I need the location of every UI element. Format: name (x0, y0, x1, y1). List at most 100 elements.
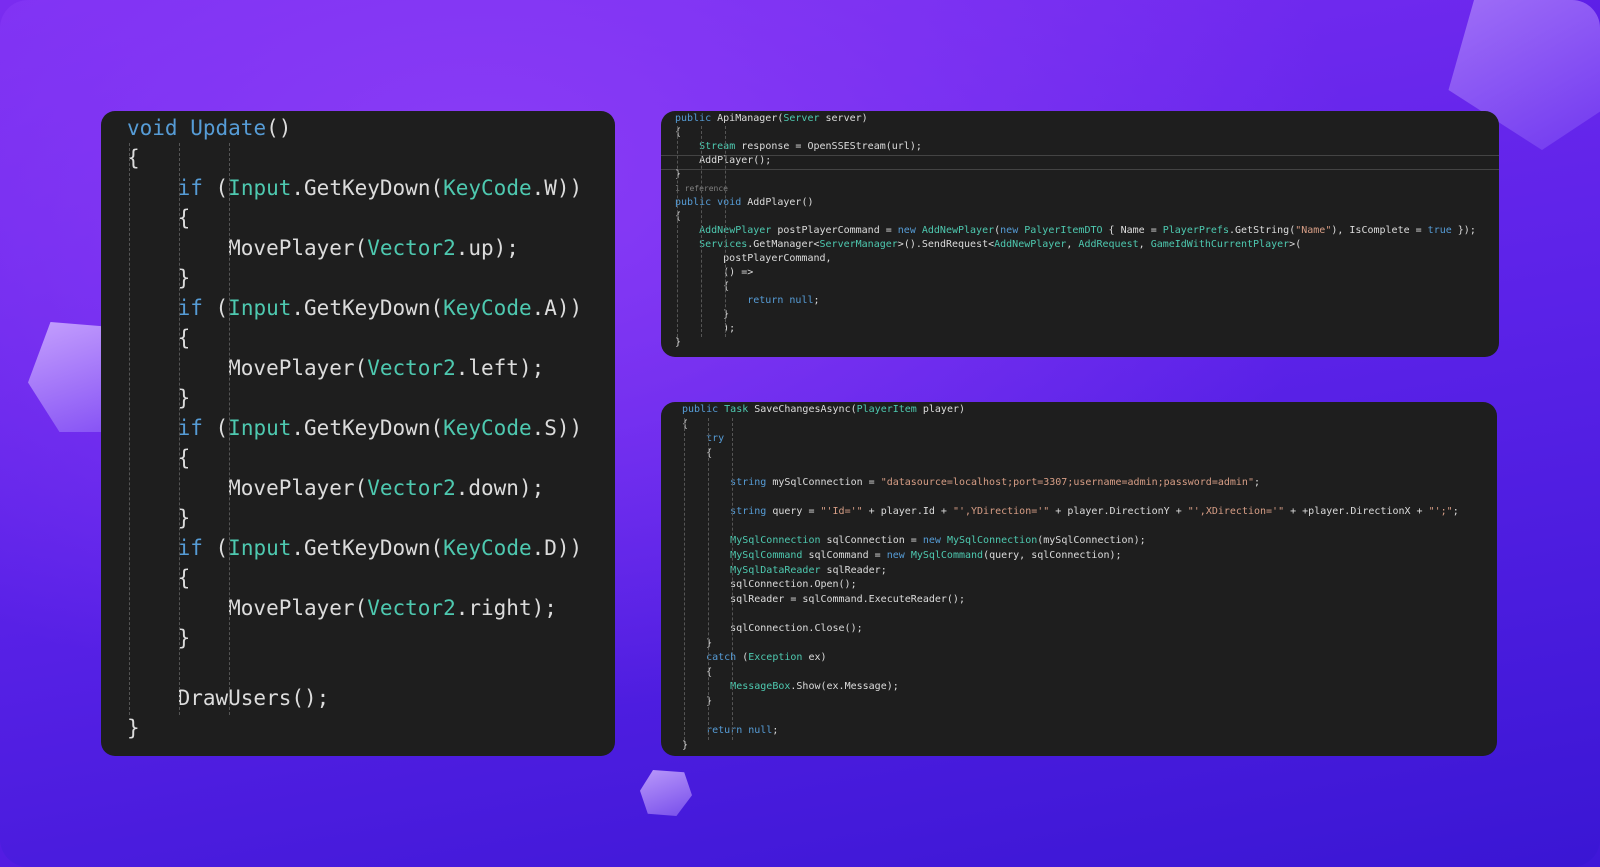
code-token: .W)) (531, 176, 583, 200)
code-line: MovePlayer(Vector2.right); (127, 593, 557, 623)
code-token: MovePlayer( (127, 596, 368, 620)
code-line: { (675, 280, 729, 294)
code-token: } (682, 739, 689, 751)
code-line: sqlReader = sqlCommand.ExecuteReader(); (682, 593, 965, 607)
code-token: (mySqlConnection); (1037, 535, 1146, 547)
indent-guide (701, 126, 702, 337)
code-token: if (177, 416, 203, 440)
code-token: .S)) (531, 416, 583, 440)
code-token: null (748, 725, 773, 737)
code-line: return null; (682, 724, 778, 738)
code-line: Stream response = OpenSSEStream(url); (675, 140, 922, 154)
code-token: sqlConnection = (820, 535, 923, 547)
code-token: { Name = (1102, 225, 1163, 236)
code-token: return (706, 725, 743, 737)
code-token: } (127, 506, 191, 530)
code-line: } (127, 503, 191, 533)
code-line: } (127, 263, 191, 293)
code-token: MySqlDataReader (730, 564, 821, 576)
indent-guide (129, 143, 130, 715)
code-line: } (675, 336, 681, 350)
code-token: ; (1253, 477, 1260, 488)
code-token: ( (202, 536, 229, 560)
code-token: ApiManager( (711, 113, 784, 124)
code-token: .up); (455, 236, 519, 260)
code-token: player) (916, 404, 966, 415)
code-line: public Task SaveChangesAsync(PlayerItem … (682, 403, 965, 417)
code-token: return (747, 295, 784, 306)
code-token: }); (1451, 225, 1476, 236)
code-token: "';" (1428, 506, 1453, 518)
code-token: .right); (455, 596, 557, 620)
code-line: } (682, 739, 688, 753)
code-token: string (730, 506, 767, 518)
code-token: Input (228, 536, 292, 560)
code-token: .GetString( (1228, 225, 1296, 236)
code-line: sqlConnection.Close(); (682, 622, 862, 636)
code-token: Update (190, 116, 267, 140)
code-line: postPlayerCommand, (675, 252, 832, 266)
code-token: PlayerItem (856, 404, 917, 415)
code-line: } (127, 383, 191, 413)
code-token: ); (675, 323, 736, 334)
code-line: void Update() (127, 113, 291, 143)
code-token: + player.DirectionY + (1049, 506, 1188, 518)
code-token: } (127, 626, 191, 650)
code-token: .left); (455, 356, 545, 380)
code-line: MySqlDataReader sqlReader; (682, 564, 887, 578)
code-token: } (675, 337, 682, 348)
code-token: >( (1289, 239, 1302, 250)
code-token: if (177, 296, 203, 320)
code-token: ( (736, 652, 749, 664)
code-token: MessageBox (730, 681, 791, 693)
code-token: true (1427, 225, 1452, 236)
code-token: AddRequest (1078, 239, 1139, 250)
code-token: null (789, 295, 814, 306)
indent-guide (179, 143, 180, 715)
code-token: sqlCommand = (802, 550, 887, 561)
code-token: .GetKeyDown( (291, 296, 444, 320)
code-token: Vector2 (367, 596, 456, 620)
code-token: AddPlayer(); (675, 155, 772, 166)
code-token: public (675, 197, 712, 208)
code-token: "',XDirection='" (1187, 506, 1285, 518)
code-token: ServerManager (819, 239, 898, 250)
code-token: () => (675, 267, 754, 278)
code-token: Input (228, 416, 292, 440)
code-token: AddNewPlayer (699, 225, 772, 236)
code-token: ( (202, 176, 229, 200)
code-line: { (682, 418, 688, 432)
code-token: .A)) (531, 296, 583, 320)
code-token: new (1000, 225, 1019, 236)
code-token: new (886, 550, 905, 561)
code-line: } (675, 168, 681, 182)
code-token: ), IsComplete = (1331, 225, 1428, 236)
code-line: MovePlayer(Vector2.down); (127, 473, 544, 503)
code-token: void (717, 197, 742, 208)
code-token: KeyCode (443, 416, 532, 440)
code-token: .GetKeyDown( (291, 176, 444, 200)
code-token: } (675, 309, 730, 320)
code-token: , (1066, 239, 1079, 250)
code-token: AddNewPlayer (921, 225, 995, 236)
code-panel-update: void Update(){ if (Input.GetKeyDown(KeyC… (101, 111, 615, 756)
code-token: postPlayerCommand, (675, 253, 832, 264)
code-token: "datasource=localhost;port=3307;username… (880, 477, 1254, 488)
code-line: catch (Exception ex) (682, 651, 826, 665)
code-line: { (675, 210, 681, 224)
code-token: ; (813, 295, 820, 306)
code-token: ; (1452, 506, 1459, 518)
indent-guide (684, 417, 685, 740)
code-token: new (922, 535, 941, 547)
indent-guide (708, 417, 709, 740)
code-line: { (127, 443, 191, 473)
